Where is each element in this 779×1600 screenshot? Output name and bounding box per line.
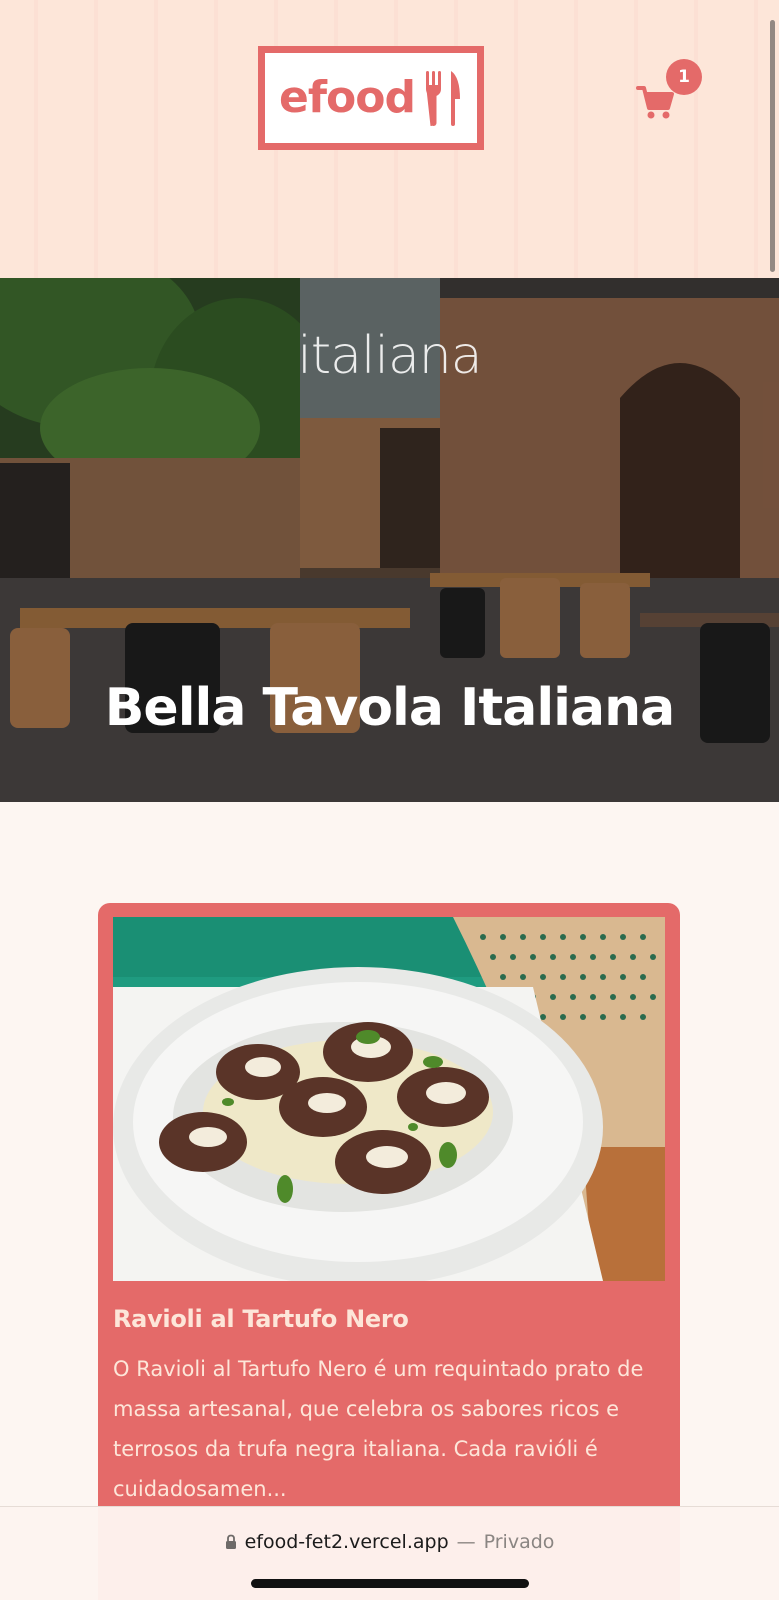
logo-text: efood: [279, 72, 416, 123]
url-row[interactable]: efood-fet2.vercel.app — Privado: [0, 1531, 779, 1553]
dish-image: [113, 917, 665, 1281]
scrollbar[interactable]: [770, 20, 775, 272]
logo-inner: efood: [265, 53, 477, 143]
efood-logo[interactable]: efood: [258, 46, 484, 150]
cutlery-icon: [425, 71, 460, 126]
url-separator: —: [456, 1531, 476, 1553]
dish-description: O Ravioli al Tartufo Nero é um requintad…: [113, 1357, 644, 1501]
menu-item-card[interactable]: Ravioli al Tartufo Nero O Ravioli al Tar…: [98, 903, 680, 1600]
restaurant-name: Bella Tavola Italiana: [104, 678, 675, 738]
private-mode-label: Privado: [483, 1531, 555, 1553]
site-header: efood 1: [0, 0, 779, 278]
dish-name: Ravioli al Tartufo Nero: [113, 1305, 409, 1333]
cart-count-badge: 1: [666, 59, 702, 95]
lock-icon: [225, 1534, 236, 1549]
restaurant-category: italiana: [297, 326, 482, 386]
url-text: efood-fet2.vercel.app: [244, 1531, 449, 1553]
home-indicator[interactable]: [251, 1579, 529, 1588]
restaurant-banner: italiana Bella Tavola Italiana: [0, 278, 779, 802]
